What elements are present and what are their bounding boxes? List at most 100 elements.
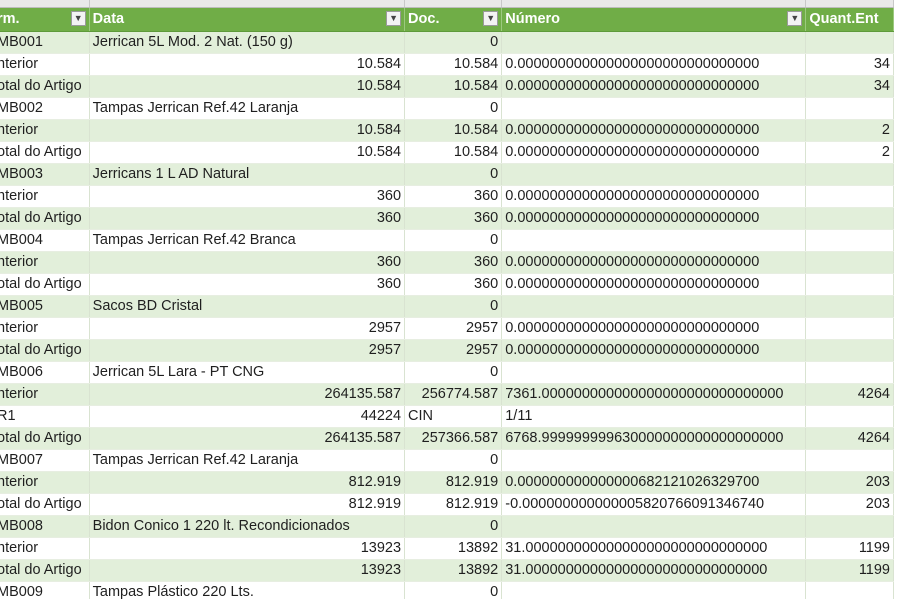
table-cell[interactable]: 0 xyxy=(404,515,503,538)
dropdown-filter-icon[interactable]: ▼ xyxy=(483,11,499,26)
table-cell[interactable]: 7361.000000000000000000000000000000 xyxy=(501,383,807,406)
table-cell[interactable]: otal do Artigo xyxy=(0,427,90,450)
table-cell[interactable]: 10.584 xyxy=(89,119,406,142)
table-cell[interactable]: 0.000000000000000000000000000000 xyxy=(501,317,807,340)
table-cell[interactable]: 10.584 xyxy=(404,141,503,164)
table-cell[interactable]: 257366.587 xyxy=(404,427,503,450)
table-cell[interactable]: MB004 xyxy=(0,229,90,252)
table-cell[interactable] xyxy=(805,273,894,296)
column-letter[interactable]: D xyxy=(501,0,807,8)
table-cell[interactable]: Jerrican 5L Lara - PT CNG xyxy=(89,361,406,384)
table-cell[interactable]: otal do Artigo xyxy=(0,75,90,98)
dropdown-filter-icon[interactable]: ▼ xyxy=(70,11,86,26)
table-cell[interactable]: 0 xyxy=(404,229,503,252)
table-cell[interactable]: otal do Artigo xyxy=(0,141,90,164)
table-cell[interactable]: 0 xyxy=(404,97,503,120)
table-cell[interactable]: 812.919 xyxy=(89,471,406,494)
table-cell[interactable]: 0.000000000000000000000000000000 xyxy=(501,207,807,230)
column-letter[interactable]: A xyxy=(0,0,90,8)
table-cell[interactable] xyxy=(805,405,894,428)
table-cell[interactable]: nterior xyxy=(0,317,90,340)
table-cell[interactable]: 0.000000000000000682121026329700 xyxy=(501,471,807,494)
header-cell[interactable]: Quant.Ent xyxy=(805,7,894,32)
table-cell[interactable] xyxy=(805,229,894,252)
table-cell[interactable] xyxy=(805,449,894,472)
table-cell[interactable]: otal do Artigo xyxy=(0,339,90,362)
table-cell[interactable]: 13892 xyxy=(404,559,503,582)
table-cell[interactable]: 360 xyxy=(404,185,503,208)
table-cell[interactable] xyxy=(501,229,807,252)
table-cell[interactable]: 360 xyxy=(404,251,503,274)
table-cell[interactable]: 203 xyxy=(805,471,894,494)
table-cell[interactable]: 2 xyxy=(805,141,894,164)
dropdown-filter-icon[interactable]: ▼ xyxy=(386,11,402,26)
table-cell[interactable]: 0.000000000000000000000000000000 xyxy=(501,75,807,98)
table-cell[interactable]: 264135.587 xyxy=(89,427,406,450)
table-cell[interactable]: 0 xyxy=(404,163,503,186)
table-cell[interactable]: 0 xyxy=(404,361,503,384)
table-cell[interactable]: 1/11 xyxy=(501,405,807,428)
table-cell[interactable] xyxy=(805,97,894,120)
table-cell[interactable]: nterior xyxy=(0,185,90,208)
table-cell[interactable]: 10.584 xyxy=(404,53,503,76)
table-cell[interactable]: 0.000000000000000000000000000000 xyxy=(501,339,807,362)
header-cell[interactable]: Data ▼ xyxy=(89,7,406,32)
table-cell[interactable]: 1199 xyxy=(805,559,894,582)
header-cell[interactable]: Número ▼ xyxy=(501,7,807,32)
table-cell[interactable]: 13923 xyxy=(89,559,406,582)
table-cell[interactable]: 6768.999999999630000000000000000000 xyxy=(501,427,807,450)
table-cell[interactable]: MB008 xyxy=(0,515,90,538)
table-cell[interactable]: nterior xyxy=(0,53,90,76)
table-cell[interactable]: Tampas Jerrican Ref.42 Laranja xyxy=(89,97,406,120)
table-cell[interactable] xyxy=(805,581,894,599)
table-cell[interactable]: Jerrican 5L Mod. 2 Nat. (150 g) xyxy=(89,31,406,54)
table-cell[interactable]: 264135.587 xyxy=(89,383,406,406)
table-cell[interactable]: 2957 xyxy=(404,339,503,362)
table-cell[interactable]: nterior xyxy=(0,251,90,274)
table-cell[interactable]: 360 xyxy=(89,185,406,208)
table-cell[interactable]: 0.000000000000000000000000000000 xyxy=(501,185,807,208)
table-cell[interactable]: 0 xyxy=(404,449,503,472)
table-cell[interactable]: nterior xyxy=(0,471,90,494)
table-cell[interactable]: 360 xyxy=(404,207,503,230)
table-cell[interactable] xyxy=(501,295,807,318)
table-cell[interactable]: 0 xyxy=(404,581,503,599)
table-cell[interactable]: 31.000000000000000000000000000000 xyxy=(501,537,807,560)
table-cell[interactable]: 360 xyxy=(404,273,503,296)
table-cell[interactable]: MB003 xyxy=(0,163,90,186)
table-cell[interactable] xyxy=(501,361,807,384)
table-cell[interactable]: 0.000000000000000000000000000000 xyxy=(501,119,807,142)
table-cell[interactable]: 1199 xyxy=(805,537,894,560)
table-cell[interactable] xyxy=(805,207,894,230)
table-cell[interactable]: 10.584 xyxy=(89,75,406,98)
table-cell[interactable]: 360 xyxy=(89,251,406,274)
table-cell[interactable]: nterior xyxy=(0,383,90,406)
table-cell[interactable] xyxy=(805,251,894,274)
table-cell[interactable]: 13892 xyxy=(404,537,503,560)
table-cell[interactable]: Bidon Conico 1 220 lt. Recondicionados xyxy=(89,515,406,538)
table-cell[interactable]: 2957 xyxy=(404,317,503,340)
table-cell[interactable]: 812.919 xyxy=(404,493,503,516)
table-cell[interactable] xyxy=(805,361,894,384)
table-cell[interactable]: 360 xyxy=(89,273,406,296)
table-cell[interactable]: 0 xyxy=(404,295,503,318)
table-cell[interactable]: Tampas Jerrican Ref.42 Laranja xyxy=(89,449,406,472)
table-cell[interactable]: 4264 xyxy=(805,427,894,450)
table-cell[interactable]: 0.000000000000000000000000000000 xyxy=(501,141,807,164)
table-cell[interactable] xyxy=(501,97,807,120)
header-cell[interactable]: rm.▼ xyxy=(0,7,90,32)
table-cell[interactable]: 10.584 xyxy=(89,141,406,164)
table-cell[interactable] xyxy=(805,185,894,208)
table-cell[interactable]: otal do Artigo xyxy=(0,273,90,296)
table-cell[interactable]: 4264 xyxy=(805,383,894,406)
table-cell[interactable]: otal do Artigo xyxy=(0,207,90,230)
table-cell[interactable] xyxy=(501,515,807,538)
table-cell[interactable]: -0.000000000000005820766091346740 xyxy=(501,493,807,516)
table-cell[interactable]: 0 xyxy=(404,31,503,54)
table-cell[interactable]: Jerricans 1 L AD Natural xyxy=(89,163,406,186)
table-cell[interactable] xyxy=(805,295,894,318)
table-cell[interactable]: nterior xyxy=(0,537,90,560)
column-letter[interactable]: B xyxy=(89,0,406,8)
table-cell[interactable]: 2 xyxy=(805,119,894,142)
table-cell[interactable]: 812.919 xyxy=(89,493,406,516)
